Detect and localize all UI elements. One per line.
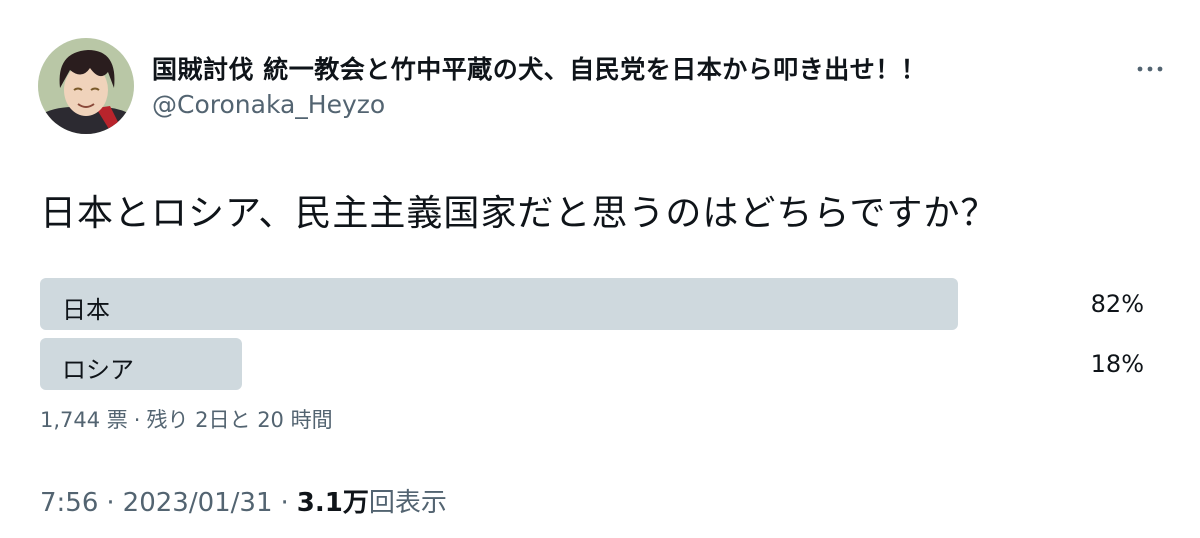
- separator: ·: [106, 488, 115, 518]
- tweet-time-link[interactable]: 7:56 · 2023/01/31: [40, 488, 273, 518]
- poll-option-percent: 82%: [1090, 290, 1144, 318]
- poll-option-percent: 18%: [1090, 350, 1144, 378]
- tweet-card: 国賊討伐 統一教会と竹中平蔵の犬、自民党を日本から叩き出せ！！ @Coronak…: [0, 0, 1200, 538]
- more-horizontal-icon[interactable]: [1130, 54, 1170, 84]
- poll-option-label: 日本: [62, 296, 110, 324]
- poll-vote-count: 1,744 票: [40, 408, 128, 432]
- tweet-views-link[interactable]: 3.1万回表示: [297, 488, 447, 518]
- poll-time-remaining: 残り 2日と 20 時間: [146, 408, 333, 432]
- poll-option-label: ロシア: [62, 356, 134, 384]
- views-count: 3.1万: [296, 488, 369, 518]
- tweet-time: 7:56: [40, 488, 99, 518]
- poll-meta: 1,744 票 · 残り 2日と 20 時間: [40, 404, 333, 434]
- separator: ·: [280, 488, 289, 518]
- separator: ·: [133, 408, 141, 432]
- poll-option-russia[interactable]: ロシア 18%: [40, 338, 1160, 390]
- poll-option-japan[interactable]: 日本 82%: [40, 278, 1160, 330]
- tweet-date: 2023/01/31: [122, 488, 273, 518]
- poll-bar: [40, 278, 959, 330]
- tweet-timestamp-row: 7:56 · 2023/01/31 · 3.1万回表示: [40, 482, 447, 519]
- user-avatar-icon[interactable]: [38, 38, 134, 134]
- author-handle[interactable]: @Coronaka_Heyzo: [152, 90, 385, 119]
- author-display-name[interactable]: 国賊討伐 統一教会と竹中平蔵の犬、自民党を日本から叩き出せ！！: [152, 50, 926, 86]
- tweet-text: 日本とロシア、民主主義国家だと思うのはどちらですか？: [40, 193, 998, 234]
- views-label: 回表示: [368, 488, 447, 518]
